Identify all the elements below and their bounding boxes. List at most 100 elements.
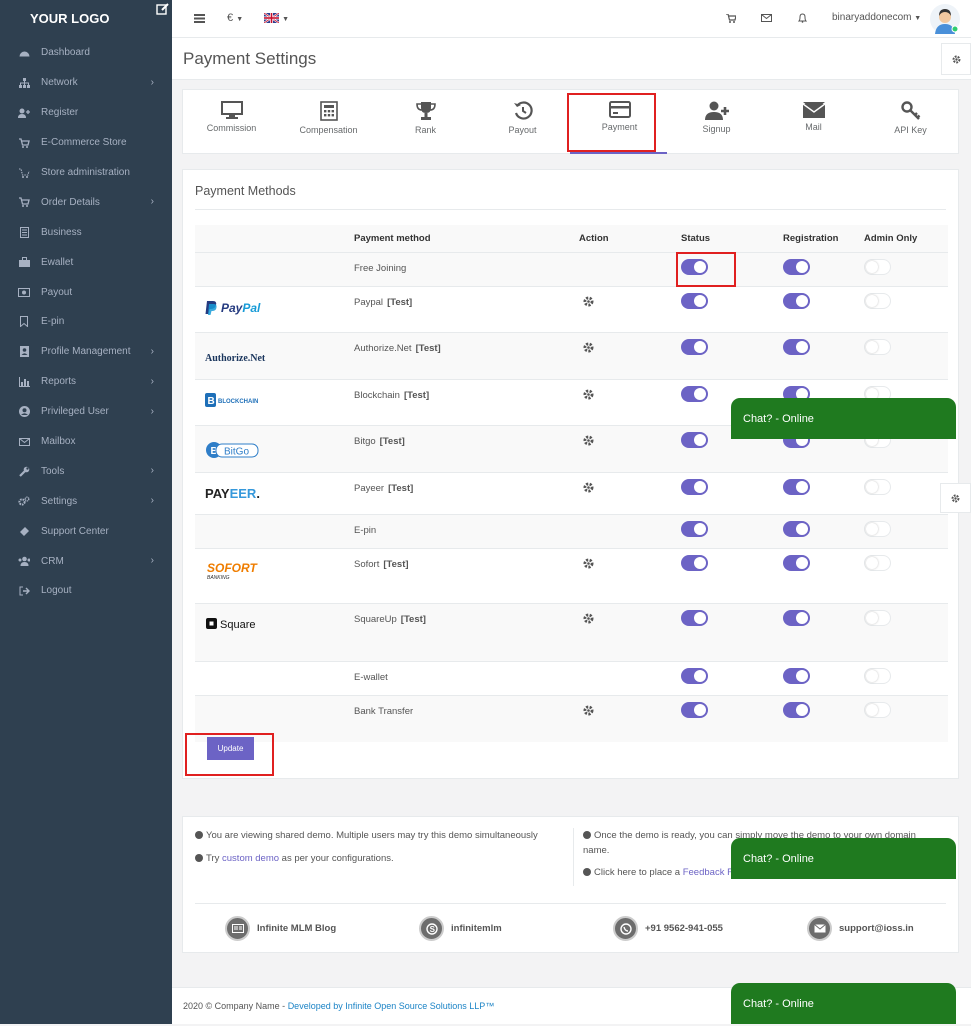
tab-rank[interactable]: Rank	[377, 101, 474, 135]
sidebar-item-business[interactable]: Business	[0, 217, 172, 247]
method-name: E-wallet	[354, 671, 388, 683]
admin-only-toggle[interactable]	[864, 258, 891, 275]
sidebar-item-settings[interactable]: Settings ›	[0, 486, 172, 516]
status-toggle[interactable]	[681, 478, 708, 495]
cart-icon[interactable]	[726, 14, 736, 23]
configure-button[interactable]	[579, 296, 595, 311]
sidebar-item-privileged-user[interactable]: Privileged User ›	[0, 397, 172, 427]
registration-toggle[interactable]	[783, 292, 810, 309]
custom-demo-link[interactable]: custom demo	[222, 853, 279, 864]
status-toggle[interactable]	[681, 554, 708, 571]
social-link-mail[interactable]: support@ioss.in	[807, 916, 914, 941]
bell-icon[interactable]	[798, 13, 807, 23]
registration-toggle[interactable]	[783, 554, 810, 571]
avatar[interactable]	[930, 4, 960, 34]
sidebar-item-e-commerce-store[interactable]: E-Commerce Store	[0, 128, 172, 158]
chat-widget[interactable]: Chat? - Online	[731, 398, 956, 439]
configure-button[interactable]	[579, 389, 595, 404]
sidebar-item-mailbox[interactable]: Mailbox	[0, 427, 172, 457]
social-link-whatsapp[interactable]: +91 9562-941-055	[613, 916, 723, 941]
tab-signup[interactable]: Signup	[668, 101, 765, 134]
admin-only-toggle[interactable]	[864, 338, 891, 355]
sidebar-item-logout[interactable]: Logout	[0, 576, 172, 606]
sidebar-item-register[interactable]: Register	[0, 98, 172, 128]
logo[interactable]: YOUR LOGO	[0, 0, 172, 38]
sidebar-item-payout[interactable]: Payout	[0, 277, 172, 307]
user-dropdown[interactable]: binaryaddonecom ▼	[832, 12, 921, 23]
sidebar-item-reports[interactable]: Reports ›	[0, 367, 172, 397]
tab-payout[interactable]: Payout	[474, 101, 571, 135]
chat-widget[interactable]: Chat? - Online	[731, 838, 956, 879]
admin-only-toggle[interactable]	[864, 667, 891, 684]
status-toggle[interactable]	[681, 258, 708, 275]
sidebar-item-store-administration[interactable]: Store administration	[0, 158, 172, 188]
sidebar-item-support-center[interactable]: Support Center	[0, 516, 172, 546]
tab-api-key[interactable]: API Key	[862, 101, 959, 135]
configure-button[interactable]	[579, 613, 595, 628]
test-badge: [Test]	[383, 558, 409, 570]
theme-settings-button[interactable]	[940, 483, 971, 513]
registration-toggle[interactable]	[783, 667, 810, 684]
registration-toggle[interactable]	[783, 520, 810, 537]
menu-toggle-icon[interactable]	[194, 13, 205, 23]
admin-only-toggle[interactable]	[864, 701, 891, 718]
status-toggle[interactable]	[681, 292, 708, 309]
registration-toggle[interactable]	[783, 478, 810, 495]
edit-icon[interactable]	[156, 2, 170, 16]
registration-toggle[interactable]	[783, 609, 810, 626]
configure-button[interactable]	[579, 435, 595, 450]
admin-only-toggle[interactable]	[864, 609, 891, 626]
status-toggle[interactable]	[681, 701, 708, 718]
developer-link[interactable]: Developed by Infinite Open Source Soluti…	[288, 1001, 495, 1011]
sidebar-item-order-details[interactable]: Order Details ›	[0, 187, 172, 217]
status-toggle[interactable]	[681, 431, 708, 448]
social-link-skype[interactable]: Sinfinitemlm	[419, 916, 502, 941]
sidebar-item-e-pin[interactable]: E-pin	[0, 307, 172, 337]
admin-only-toggle[interactable]	[864, 520, 891, 537]
envelope-icon[interactable]	[761, 14, 772, 22]
configure-button[interactable]	[579, 482, 595, 497]
tab-mail[interactable]: Mail	[765, 101, 862, 132]
sidebar-item-crm[interactable]: CRM ›	[0, 546, 172, 576]
language-dropdown[interactable]: ▼	[263, 12, 289, 26]
action-cell	[579, 660, 681, 695]
configure-button[interactable]	[579, 558, 595, 573]
status-toggle[interactable]	[681, 385, 708, 402]
method-name-cell: Blockchain [Test]	[354, 378, 579, 425]
admin-only-toggle[interactable]	[864, 292, 891, 309]
update-button[interactable]: Update	[207, 737, 254, 760]
admin-only-toggle[interactable]	[864, 478, 891, 495]
registration-cell	[783, 547, 864, 603]
status-toggle[interactable]	[681, 609, 708, 626]
configure-button[interactable]	[579, 342, 595, 357]
status-toggle[interactable]	[681, 520, 708, 537]
sidebar-item-tools[interactable]: Tools ›	[0, 456, 172, 486]
tab-compensation[interactable]: Compensation	[280, 101, 377, 135]
sidebar-item-network[interactable]: Network ›	[0, 68, 172, 98]
feedback-link[interactable]: Feedback F	[683, 867, 733, 878]
chat-widget[interactable]: Chat? - Online	[731, 983, 956, 1024]
sidebar-item-profile-management[interactable]: Profile Management ›	[0, 337, 172, 367]
social-link-blog[interactable]: Infinite MLM Blog	[225, 916, 336, 941]
admin-only-cell	[864, 513, 948, 548]
status-toggle[interactable]	[681, 667, 708, 684]
bar-chart-icon	[18, 376, 30, 388]
tab-payment[interactable]: Payment	[571, 101, 668, 132]
configure-button[interactable]	[579, 705, 595, 720]
uk-flag-icon	[263, 12, 280, 24]
tab-commission[interactable]: Commission	[183, 101, 280, 133]
registration-toggle[interactable]	[783, 258, 810, 275]
users-icon	[18, 555, 30, 567]
status-toggle[interactable]	[681, 338, 708, 355]
registration-toggle[interactable]	[783, 701, 810, 718]
action-cell	[579, 547, 681, 603]
registration-toggle[interactable]	[783, 338, 810, 355]
sitemap-icon	[18, 77, 30, 89]
page-settings-button[interactable]	[941, 43, 971, 75]
admin-only-toggle[interactable]	[864, 554, 891, 571]
currency-dropdown[interactable]: € ▼	[227, 12, 243, 24]
sidebar-item-dashboard[interactable]: Dashboard	[0, 38, 172, 68]
sidebar-item-ewallet[interactable]: Ewallet	[0, 247, 172, 277]
sidebar-nav: Dashboard Network › Register E-Commerce Stor…	[0, 38, 172, 606]
dashboard-icon	[18, 47, 30, 59]
